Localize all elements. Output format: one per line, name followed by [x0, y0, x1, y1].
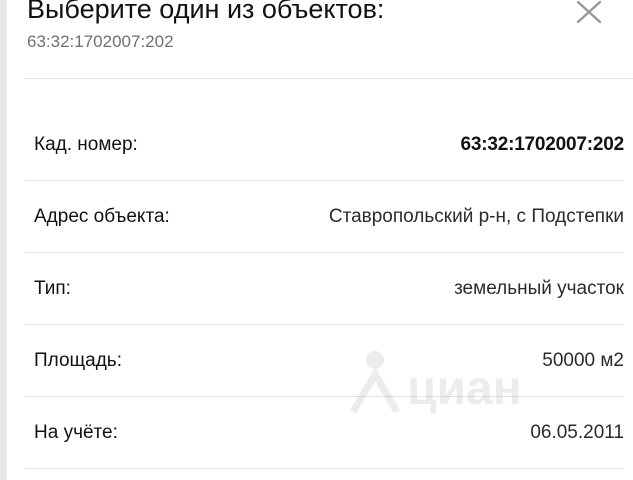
detail-row-area: Площадь: 50000 м2	[25, 325, 624, 397]
detail-label: Площадь:	[34, 350, 122, 371]
detail-label: Тип:	[34, 278, 71, 299]
cadastral-number-value: 63:32:1702007:202	[460, 134, 624, 155]
area-value: 50000 м2	[542, 350, 624, 371]
object-select-modal: Выберите один из объектов: 63:32:1702007…	[7, 0, 633, 480]
registered-date-value: 06.05.2011	[530, 422, 624, 443]
object-details-list: Кад. номер: 63:32:1702007:202 Адрес объе…	[25, 109, 624, 469]
detail-row-address: Адрес объекта: Ставропольский р-н, с Под…	[25, 181, 624, 253]
detail-label: Кад. номер:	[34, 134, 138, 155]
close-icon	[576, 0, 602, 24]
detail-row-registered-date: На учёте: 06.05.2011	[25, 397, 624, 469]
modal-title: Выберите один из объектов:	[27, 0, 385, 24]
detail-row-cadastral-number: Кад. номер: 63:32:1702007:202	[25, 109, 624, 181]
detail-label: На учёте:	[34, 422, 118, 443]
close-button[interactable]	[570, 0, 608, 26]
detail-label: Адрес объекта:	[34, 206, 170, 227]
modal-subtitle: 63:32:1702007:202	[27, 32, 174, 51]
header-divider	[25, 78, 633, 79]
type-value: земельный участок	[454, 278, 624, 299]
detail-row-type: Тип: земельный участок	[25, 253, 624, 325]
address-value: Ставропольский р-н, с Подстепки	[328, 206, 624, 227]
